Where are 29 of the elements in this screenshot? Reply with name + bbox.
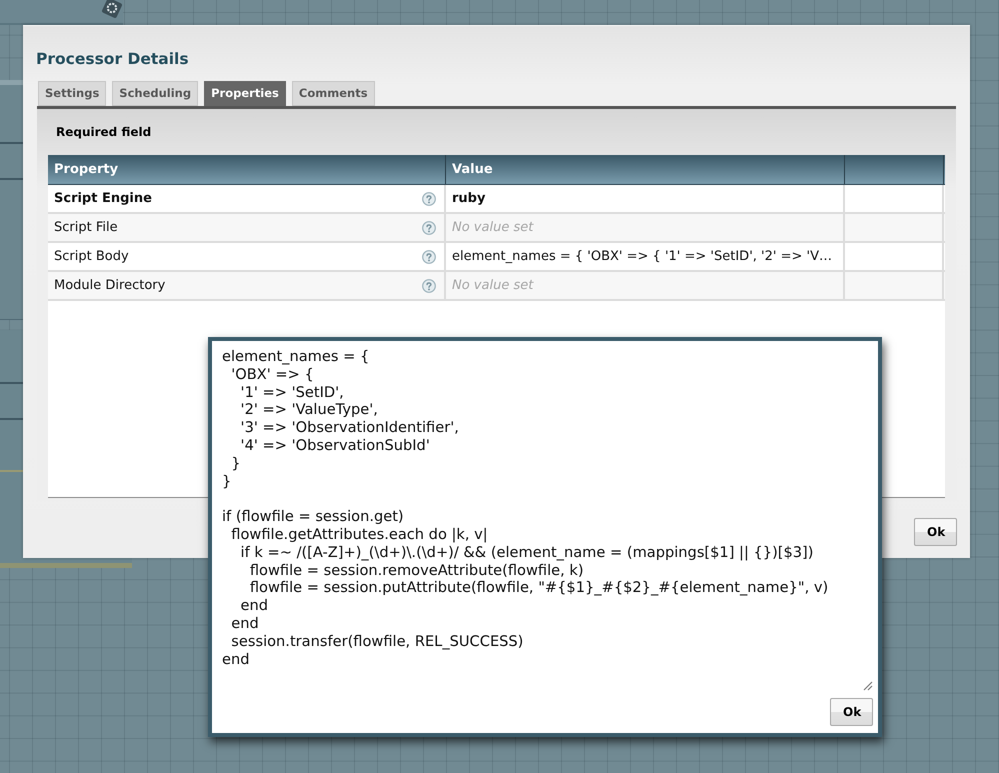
table-cell: No value set <box>446 214 845 241</box>
help-icon[interactable] <box>422 278 436 292</box>
table-row[interactable]: Script Engine ruby <box>48 185 945 214</box>
tab[interactable]: Scheduling <box>112 81 198 106</box>
tab[interactable]: Settings <box>38 81 106 106</box>
table-cell: ruby <box>446 185 845 212</box>
property-name: Script File <box>54 218 118 237</box>
script-editor-field[interactable]: element_names = { 'OBX' => { '1' => 'SetID', '2' => 'ValueType', '3' => 'ObservationIdentifier', '4' => 'ObservationSubId' } } if (flowfile = session.get) flowfile.getAttributes.each do |k, v| if k =~ /([A-Z]+)_(\d+)\.(\d+)/ && (element_name = (mappings[$1] || {})[$3]) flowfile = session.removeAttribute(flowfile, k) flowfile = session.putAttribute(flowfile, "#{$1}_#{$2}_#{element_name}", v) end end session.transfer(flowfile, REL_SUCCESS) end <box>212 341 878 693</box>
help-icon[interactable] <box>422 220 436 234</box>
tab[interactable]: Comments <box>292 81 375 106</box>
table-row[interactable]: Module Directory No value set <box>48 272 945 301</box>
property-name: Script Body <box>54 248 129 266</box>
tab[interactable]: Properties <box>204 81 286 106</box>
required-field-label: Required field <box>56 124 152 140</box>
table-row[interactable]: Script File No value set <box>48 214 945 243</box>
column-header[interactable]: Property <box>48 155 446 184</box>
resize-handle-icon[interactable] <box>863 681 873 691</box>
ok-button[interactable]: Ok <box>830 698 873 726</box>
ok-button[interactable]: Ok <box>914 518 957 546</box>
gear-icon <box>100 0 124 20</box>
column-header[interactable]: Value <box>446 155 845 184</box>
property-name: Module Directory <box>54 276 166 295</box>
help-icon[interactable] <box>422 192 436 206</box>
dialog-title: Processor Details <box>36 49 189 70</box>
property-name: Script Engine <box>54 190 152 208</box>
help-icon[interactable] <box>422 250 436 264</box>
table-row[interactable]: Script Body element_names = { 'OBX' => { '1' => 'SetID', '2' => 'V… <box>48 243 945 272</box>
table-cell: element_names = { 'OBX' => { '1' => 'SetID', '2' => 'V… <box>446 243 845 270</box>
table-cell: No value set <box>446 272 845 299</box>
